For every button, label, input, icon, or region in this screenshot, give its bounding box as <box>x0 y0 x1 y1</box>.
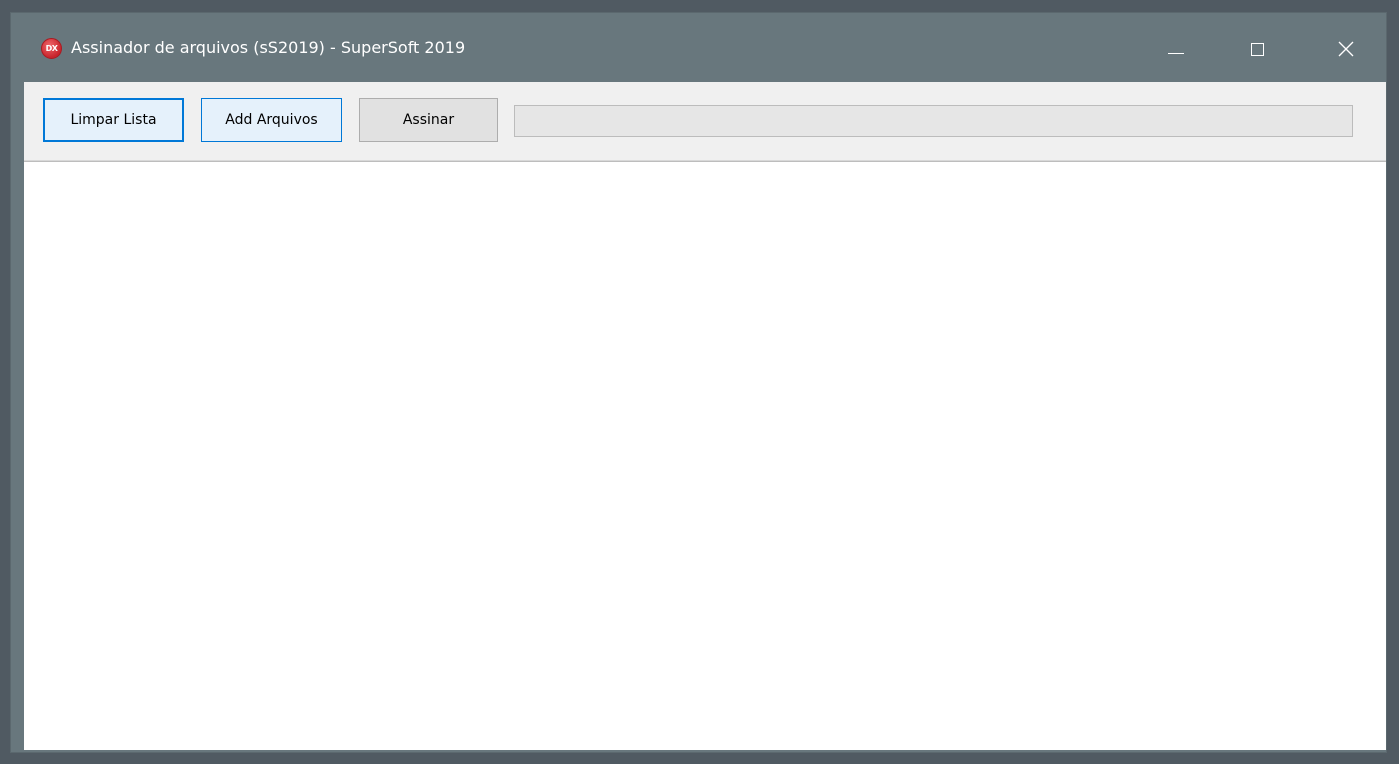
window-title: Assinador de arquivos (sS2019) - SuperSo… <box>71 38 466 57</box>
add-arquivos-button[interactable]: Add Arquivos <box>201 98 342 142</box>
assinar-button[interactable]: Assinar <box>359 98 498 142</box>
app-logo-icon: DX <box>41 38 62 59</box>
maximize-button[interactable] <box>1242 35 1272 63</box>
file-list[interactable] <box>24 161 1386 750</box>
app-window: DX Assinador de arquivos (sS2019) - Supe… <box>10 12 1387 753</box>
desktop-background: DX Assinador de arquivos (sS2019) - Supe… <box>0 0 1399 764</box>
toolbar: Limpar Lista Add Arquivos Assinar <box>24 82 1386 161</box>
minimize-button[interactable] <box>1161 35 1191 63</box>
progress-bar <box>514 105 1353 137</box>
app-logo-label: DX <box>45 44 58 53</box>
limpar-lista-button[interactable]: Limpar Lista <box>43 98 184 142</box>
title-bar[interactable]: DX Assinador de arquivos (sS2019) - Supe… <box>11 13 1386 79</box>
close-button[interactable] <box>1331 35 1361 63</box>
minimize-icon <box>1168 52 1184 54</box>
close-icon <box>1338 41 1354 57</box>
maximize-icon <box>1250 42 1264 56</box>
